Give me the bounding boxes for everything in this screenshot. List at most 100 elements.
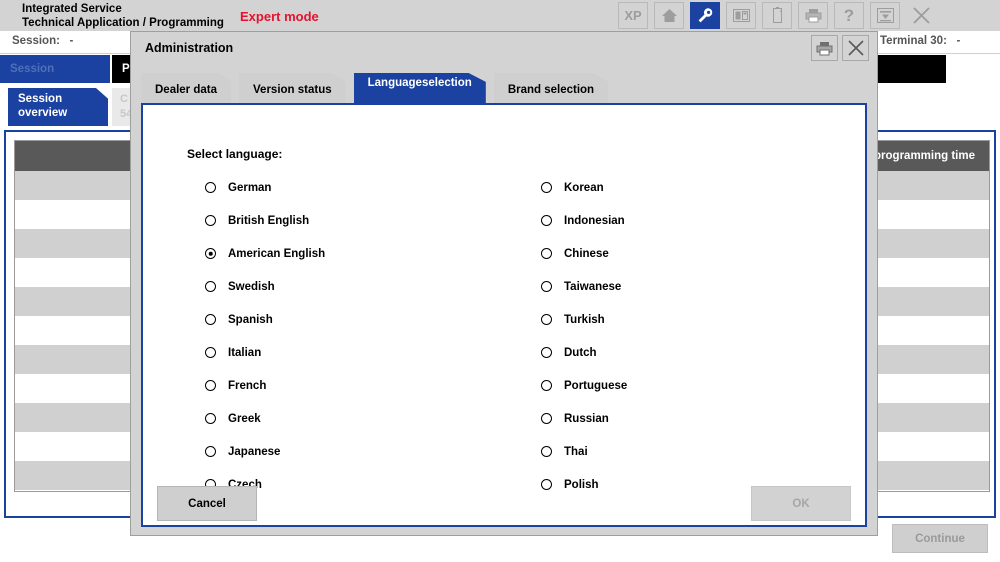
- administration-dialog: Administration Dealer data Version status…: [130, 31, 878, 536]
- language-option-dutch[interactable]: Dutch: [541, 336, 627, 369]
- dialog-tab-dealer-data[interactable]: Dealer data: [141, 73, 232, 107]
- download-button[interactable]: [870, 2, 900, 29]
- toolbar: XP + ?: [618, 2, 936, 30]
- language-option-label: American English: [228, 247, 326, 260]
- dialog-tab-brand-selection[interactable]: Brand selection: [493, 73, 609, 107]
- language-option-label: Japanese: [228, 445, 281, 458]
- radio-button[interactable]: [205, 413, 216, 424]
- radio-button[interactable]: [205, 380, 216, 391]
- language-option-greek[interactable]: Greek: [205, 402, 325, 435]
- expert-mode-label: Expert mode: [240, 9, 319, 24]
- home-button[interactable]: [654, 2, 684, 29]
- printer-icon: [805, 9, 821, 23]
- language-option-label: Portuguese: [564, 379, 628, 392]
- radio-button[interactable]: [541, 314, 552, 325]
- help-icon: ?: [843, 6, 855, 25]
- download-tray-icon: [876, 8, 894, 23]
- language-column-left: German British English American English Swe…: [205, 171, 325, 501]
- radio-button[interactable]: [541, 380, 552, 391]
- radio-button[interactable]: [541, 182, 552, 193]
- session-status-label: Session:: [12, 35, 60, 47]
- print-button[interactable]: [798, 2, 828, 29]
- language-option-french[interactable]: French: [205, 369, 325, 402]
- language-option-label: Russian: [564, 412, 609, 425]
- radio-button[interactable]: [541, 413, 552, 424]
- radio-button[interactable]: [205, 182, 216, 193]
- close-window-button[interactable]: [906, 2, 936, 29]
- dialog-footer: Cancel OK: [145, 486, 863, 523]
- dialog-tab-language-selection[interactable]: Language selection: [353, 73, 486, 107]
- dialog-header: Administration: [131, 32, 877, 65]
- language-option-italian[interactable]: Italian: [205, 336, 325, 369]
- language-option-thai[interactable]: Thai: [541, 435, 627, 468]
- language-option-label: Italian: [228, 346, 262, 359]
- language-option-label: Dutch: [564, 346, 597, 359]
- dialog-tab-version-status[interactable]: Version status: [239, 73, 346, 107]
- radio-button[interactable]: [541, 248, 552, 259]
- language-option-label: Chinese: [564, 247, 609, 260]
- language-option-spanish[interactable]: Spanish: [205, 303, 325, 336]
- dialog-header-buttons: [811, 35, 869, 61]
- ok-button[interactable]: OK: [751, 486, 851, 521]
- dialog-title: Administration: [145, 41, 234, 55]
- language-option-label: Swedish: [228, 280, 275, 293]
- dialog-tab-bar: Dealer data Version status Language selecti…: [141, 69, 609, 107]
- radio-button[interactable]: [205, 215, 216, 226]
- svg-text:+: +: [779, 9, 782, 15]
- language-option-chinese[interactable]: Chinese: [541, 237, 627, 270]
- language-option-label: Korean: [564, 181, 604, 194]
- two-panel-icon: [732, 9, 750, 22]
- nav-tab-session[interactable]: Session: [0, 55, 110, 83]
- dialog-print-button[interactable]: [811, 35, 838, 61]
- language-option-label: French: [228, 379, 267, 392]
- continue-button[interactable]: Continue: [892, 524, 988, 553]
- language-column-right: Korean Indonesian Chinese Taiwanese Turkish D…: [541, 171, 627, 501]
- help-button[interactable]: ?: [834, 2, 864, 29]
- dialog-tab-label: Dealer data: [155, 84, 218, 96]
- radio-button[interactable]: [205, 347, 216, 358]
- language-option-turkish[interactable]: Turkish: [541, 303, 627, 336]
- language-option-taiwanese[interactable]: Taiwanese: [541, 270, 627, 303]
- language-option-label: Greek: [228, 412, 261, 425]
- radio-button[interactable]: [205, 446, 216, 457]
- close-icon: [847, 40, 864, 56]
- language-option-label: Turkish: [564, 313, 605, 326]
- language-option-korean[interactable]: Korean: [541, 171, 627, 204]
- settings-button[interactable]: [690, 2, 720, 29]
- cancel-button[interactable]: Cancel: [157, 486, 257, 521]
- dialog-tab-label-line2: selection: [421, 77, 472, 89]
- dialog-tab-label: Version status: [253, 84, 332, 96]
- xp-icon-button[interactable]: XP: [618, 2, 648, 29]
- sidebar-item-session-overview[interactable]: Session overview: [8, 88, 108, 126]
- language-option-swedish[interactable]: Swedish: [205, 270, 325, 303]
- radio-button[interactable]: [205, 281, 216, 292]
- dialog-tab-label: Brand selection: [507, 84, 595, 96]
- radio-button[interactable]: [541, 446, 552, 457]
- language-option-label: Indonesian: [564, 214, 625, 227]
- radio-button[interactable]: [205, 314, 216, 325]
- session-status: Session: -: [12, 35, 73, 47]
- select-language-label: Select language:: [187, 147, 283, 161]
- language-option-british-english[interactable]: British English: [205, 204, 325, 237]
- radio-button[interactable]: [541, 281, 552, 292]
- language-option-german[interactable]: German: [205, 171, 325, 204]
- dialog-tab-label-line1: Language: [367, 77, 422, 89]
- language-option-indonesian[interactable]: Indonesian: [541, 204, 627, 237]
- radio-button[interactable]: [541, 215, 552, 226]
- dialog-close-button[interactable]: [842, 35, 869, 61]
- terminal-status-label: Terminal 30:: [880, 35, 947, 47]
- language-option-portuguese[interactable]: Portuguese: [541, 369, 627, 402]
- battery-button[interactable]: +: [762, 2, 792, 29]
- session-status-value: -: [69, 35, 74, 47]
- language-option-label: Taiwanese: [564, 280, 622, 293]
- language-option-american-english[interactable]: American English: [205, 237, 325, 270]
- language-option-russian[interactable]: Russian: [541, 402, 627, 435]
- language-option-label: British English: [228, 214, 310, 227]
- radio-button-selected[interactable]: [205, 248, 216, 259]
- print-icon: [816, 41, 833, 55]
- wrench-icon: [698, 8, 712, 23]
- radio-button[interactable]: [541, 347, 552, 358]
- language-option-japanese[interactable]: Japanese: [205, 435, 325, 468]
- terminal-status: Terminal 30: -: [880, 35, 960, 47]
- two-panel-button[interactable]: [726, 2, 756, 29]
